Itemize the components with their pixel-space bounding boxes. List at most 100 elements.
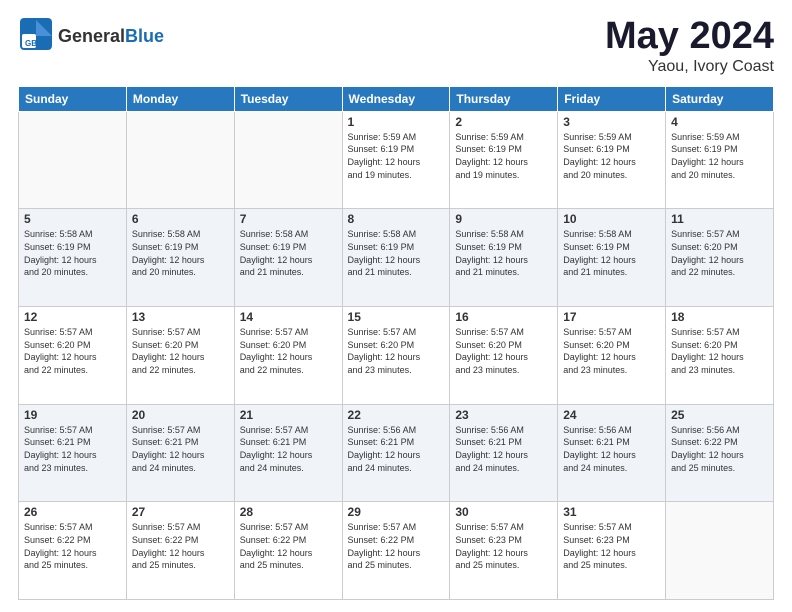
- calendar-cell: 14Sunrise: 5:57 AM Sunset: 6:20 PM Dayli…: [234, 307, 342, 405]
- day-info: Sunrise: 5:56 AM Sunset: 6:21 PM Dayligh…: [348, 424, 445, 474]
- logo-text: GeneralBlue: [58, 26, 164, 47]
- calendar-cell: 27Sunrise: 5:57 AM Sunset: 6:22 PM Dayli…: [126, 502, 234, 600]
- header-monday: Monday: [126, 86, 234, 111]
- header-sunday: Sunday: [19, 86, 127, 111]
- calendar-cell: 17Sunrise: 5:57 AM Sunset: 6:20 PM Dayli…: [558, 307, 666, 405]
- day-number: 30: [455, 505, 552, 519]
- day-info: Sunrise: 5:58 AM Sunset: 6:19 PM Dayligh…: [132, 228, 229, 278]
- logo-blue: Blue: [125, 26, 164, 46]
- calendar-cell: 10 Sunrise: 5:58 AM Sunset: 6:19 PM Dayli…: [558, 209, 666, 307]
- day-info: Sunrise: 5:57 AM Sunset: 6:21 PM Dayligh…: [24, 424, 121, 474]
- day-info: Sunrise: 5:58 AM Sunset: 6:19 PM Dayligh…: [240, 228, 337, 278]
- calendar-cell: 11 Sunrise: 5:57 AM Sunset: 6:20 PM Dayli…: [666, 209, 774, 307]
- day-number: 22: [348, 408, 445, 422]
- day-info: Sunrise: 5:57 AM Sunset: 6:23 PM Dayligh…: [563, 521, 660, 571]
- day-info: Sunrise: 5:59 AM Sunset: 6:19 PM Dayligh…: [455, 131, 552, 181]
- day-number: 5: [24, 212, 121, 226]
- day-number: 19: [24, 408, 121, 422]
- day-info: Sunrise: 5:57 AM Sunset: 6:22 PM Dayligh…: [240, 521, 337, 571]
- day-info: Sunrise: 5:58 AM Sunset: 6:19 PM Dayligh…: [24, 228, 121, 278]
- day-number: 6: [132, 212, 229, 226]
- day-number: 31: [563, 505, 660, 519]
- day-number: 27: [132, 505, 229, 519]
- day-number: 9: [455, 212, 552, 226]
- day-info: Sunrise: 5:59 AM Sunset: 6:19 PM Dayligh…: [563, 131, 660, 181]
- calendar-cell: 3 Sunrise: 5:59 AM Sunset: 6:19 PM Daylig…: [558, 111, 666, 209]
- day-info: Sunrise: 5:57 AM Sunset: 6:20 PM Dayligh…: [671, 228, 768, 278]
- day-info: Sunrise: 5:59 AM Sunset: 6:19 PM Dayligh…: [348, 131, 445, 181]
- calendar-cell: 26 Sunrise: 5:57 AM Sunset: 6:22 PM Dayli…: [19, 502, 127, 600]
- calendar-cell: 24 Sunrise: 5:56 AM Sunset: 6:21 PM Dayli…: [558, 404, 666, 502]
- week-row-2: 5 Sunrise: 5:58 AM Sunset: 6:19 PM Daylig…: [19, 209, 774, 307]
- week-row-1: 1 Sunrise: 5:59 AM Sunset: 6:19 PM Daylig…: [19, 111, 774, 209]
- calendar-cell: 2 Sunrise: 5:59 AM Sunset: 6:19 PM Daylig…: [450, 111, 558, 209]
- day-info: Sunrise: 5:57 AM Sunset: 6:20 PM Dayligh…: [24, 326, 121, 376]
- header: GB GeneralBlue May 2024 Yaou, Ivory Coas…: [18, 16, 774, 76]
- calendar-cell: 25Sunrise: 5:56 AM Sunset: 6:22 PM Dayli…: [666, 404, 774, 502]
- day-number: 13: [132, 310, 229, 324]
- day-info: Sunrise: 5:57 AM Sunset: 6:20 PM Dayligh…: [348, 326, 445, 376]
- calendar-table: Sunday Monday Tuesday Wednesday Thursday…: [18, 86, 774, 600]
- header-friday: Friday: [558, 86, 666, 111]
- day-number: 7: [240, 212, 337, 226]
- day-info: Sunrise: 5:58 AM Sunset: 6:19 PM Dayligh…: [563, 228, 660, 278]
- day-number: 23: [455, 408, 552, 422]
- day-number: 1: [348, 115, 445, 129]
- calendar-cell: 19 Sunrise: 5:57 AM Sunset: 6:21 PM Dayli…: [19, 404, 127, 502]
- week-row-3: 12 Sunrise: 5:57 AM Sunset: 6:20 PM Dayli…: [19, 307, 774, 405]
- calendar-cell: 9 Sunrise: 5:58 AM Sunset: 6:19 PM Daylig…: [450, 209, 558, 307]
- week-row-5: 26 Sunrise: 5:57 AM Sunset: 6:22 PM Dayli…: [19, 502, 774, 600]
- header-wednesday: Wednesday: [342, 86, 450, 111]
- day-info: Sunrise: 5:57 AM Sunset: 6:23 PM Dayligh…: [455, 521, 552, 571]
- day-number: 12: [24, 310, 121, 324]
- day-number: 28: [240, 505, 337, 519]
- page: GB GeneralBlue May 2024 Yaou, Ivory Coas…: [0, 0, 792, 612]
- logo-graphic: GB: [18, 16, 54, 57]
- header-saturday: Saturday: [666, 86, 774, 111]
- day-info: Sunrise: 5:57 AM Sunset: 6:22 PM Dayligh…: [348, 521, 445, 571]
- calendar-cell: 21 Sunrise: 5:57 AM Sunset: 6:21 PM Dayli…: [234, 404, 342, 502]
- day-number: 18: [671, 310, 768, 324]
- day-info: Sunrise: 5:57 AM Sunset: 6:20 PM Dayligh…: [240, 326, 337, 376]
- day-number: 26: [24, 505, 121, 519]
- calendar-cell: 23 Sunrise: 5:56 AM Sunset: 6:21 PM Dayli…: [450, 404, 558, 502]
- logo: GB GeneralBlue: [18, 16, 164, 57]
- day-info: Sunrise: 5:56 AM Sunset: 6:21 PM Dayligh…: [563, 424, 660, 474]
- month-title: May 2024: [605, 16, 774, 58]
- day-number: 10: [563, 212, 660, 226]
- day-info: Sunrise: 5:59 AM Sunset: 6:19 PM Dayligh…: [671, 131, 768, 181]
- header-tuesday: Tuesday: [234, 86, 342, 111]
- weekday-header-row: Sunday Monday Tuesday Wednesday Thursday…: [19, 86, 774, 111]
- calendar-cell: 31 Sunrise: 5:57 AM Sunset: 6:23 PM Dayli…: [558, 502, 666, 600]
- day-number: 2: [455, 115, 552, 129]
- day-info: Sunrise: 5:57 AM Sunset: 6:20 PM Dayligh…: [671, 326, 768, 376]
- calendar-cell: 18 Sunrise: 5:57 AM Sunset: 6:20 PM Dayli…: [666, 307, 774, 405]
- calendar-cell: 1 Sunrise: 5:59 AM Sunset: 6:19 PM Daylig…: [342, 111, 450, 209]
- day-number: 24: [563, 408, 660, 422]
- day-number: 4: [671, 115, 768, 129]
- day-number: 11: [671, 212, 768, 226]
- day-info: Sunrise: 5:57 AM Sunset: 6:21 PM Dayligh…: [240, 424, 337, 474]
- day-info: Sunrise: 5:57 AM Sunset: 6:22 PM Dayligh…: [24, 521, 121, 571]
- calendar-cell: 22 Sunrise: 5:56 AM Sunset: 6:21 PM Dayli…: [342, 404, 450, 502]
- calendar-cell: 16Sunrise: 5:57 AM Sunset: 6:20 PM Dayli…: [450, 307, 558, 405]
- calendar-cell: 12 Sunrise: 5:57 AM Sunset: 6:20 PM Dayli…: [19, 307, 127, 405]
- day-info: Sunrise: 5:57 AM Sunset: 6:20 PM Dayligh…: [455, 326, 552, 376]
- day-info: Sunrise: 5:58 AM Sunset: 6:19 PM Dayligh…: [455, 228, 552, 278]
- calendar-cell: 7 Sunrise: 5:58 AM Sunset: 6:19 PM Daylig…: [234, 209, 342, 307]
- day-number: 21: [240, 408, 337, 422]
- day-number: 8: [348, 212, 445, 226]
- calendar-cell: 28 Sunrise: 5:57 AM Sunset: 6:22 PM Dayli…: [234, 502, 342, 600]
- calendar-cell: [126, 111, 234, 209]
- calendar-cell: 30 Sunrise: 5:57 AM Sunset: 6:23 PM Dayli…: [450, 502, 558, 600]
- calendar-cell: 8Sunrise: 5:58 AM Sunset: 6:19 PM Daylig…: [342, 209, 450, 307]
- svg-text:GB: GB: [25, 39, 37, 48]
- calendar-cell: 29Sunrise: 5:57 AM Sunset: 6:22 PM Dayli…: [342, 502, 450, 600]
- calendar-cell: 20Sunrise: 5:57 AM Sunset: 6:21 PM Dayli…: [126, 404, 234, 502]
- header-thursday: Thursday: [450, 86, 558, 111]
- calendar-cell: 6 Sunrise: 5:58 AM Sunset: 6:19 PM Daylig…: [126, 209, 234, 307]
- day-info: Sunrise: 5:56 AM Sunset: 6:22 PM Dayligh…: [671, 424, 768, 474]
- calendar-cell: [234, 111, 342, 209]
- day-number: 3: [563, 115, 660, 129]
- day-info: Sunrise: 5:56 AM Sunset: 6:21 PM Dayligh…: [455, 424, 552, 474]
